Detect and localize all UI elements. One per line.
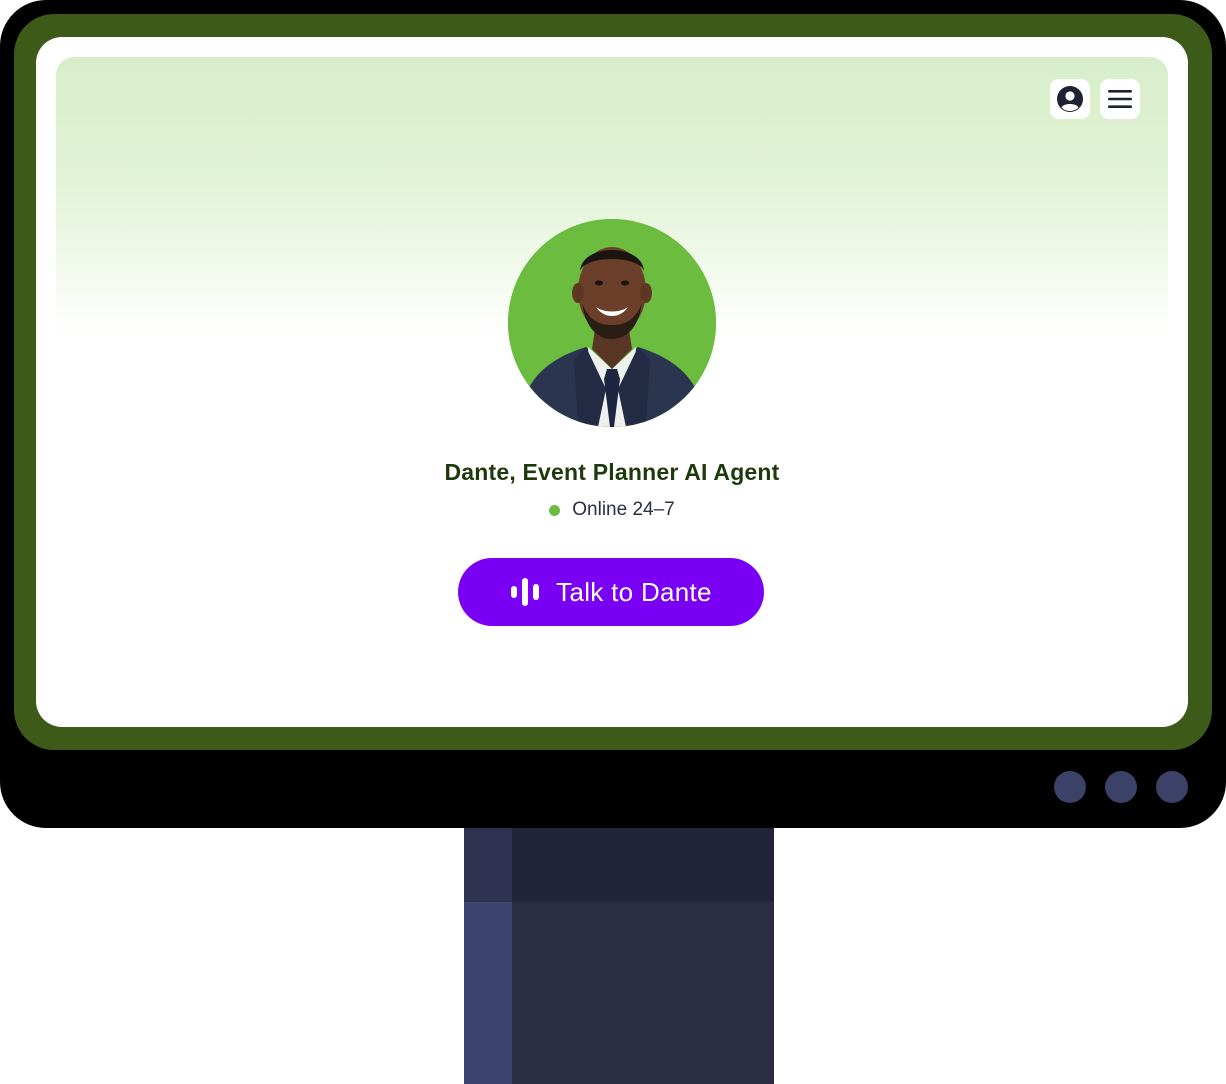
stand-edge-highlight: [464, 902, 512, 1084]
talk-button[interactable]: Talk to Dante: [458, 558, 764, 626]
agent-name: Dante, Event Planner AI Agent: [444, 459, 780, 485]
control-dot-2[interactable]: [1105, 771, 1137, 803]
talk-button-label: Talk to Dante: [556, 576, 712, 607]
status-line: Online 24–7: [36, 499, 1188, 521]
online-status-dot: [549, 504, 561, 516]
hamburger-menu-icon: [1108, 90, 1132, 108]
monitor-frame: Dante, Event Planner AI Agent Online 24–…: [0, 0, 1226, 828]
profile-button[interactable]: [1050, 79, 1090, 119]
audio-bars-icon: [511, 578, 540, 606]
screen: Dante, Event Planner AI Agent Online 24–…: [36, 37, 1188, 727]
top-actions: [1050, 79, 1140, 119]
monitor-illustration: Dante, Event Planner AI Agent Online 24–…: [0, 0, 1226, 1084]
monitor-control-dots: [1054, 771, 1188, 803]
monitor-stand: [464, 826, 774, 1084]
agent-avatar: [508, 219, 716, 427]
monitor-bezel: Dante, Event Planner AI Agent Online 24–…: [14, 14, 1212, 750]
control-dot-1[interactable]: [1054, 771, 1086, 803]
stand-edge-top: [464, 826, 512, 902]
user-circle-icon: [1057, 86, 1083, 112]
control-dot-3[interactable]: [1156, 771, 1188, 803]
menu-button[interactable]: [1100, 79, 1140, 119]
status-text: Online 24–7: [572, 499, 675, 520]
agent-portrait-illustration: [508, 219, 716, 427]
